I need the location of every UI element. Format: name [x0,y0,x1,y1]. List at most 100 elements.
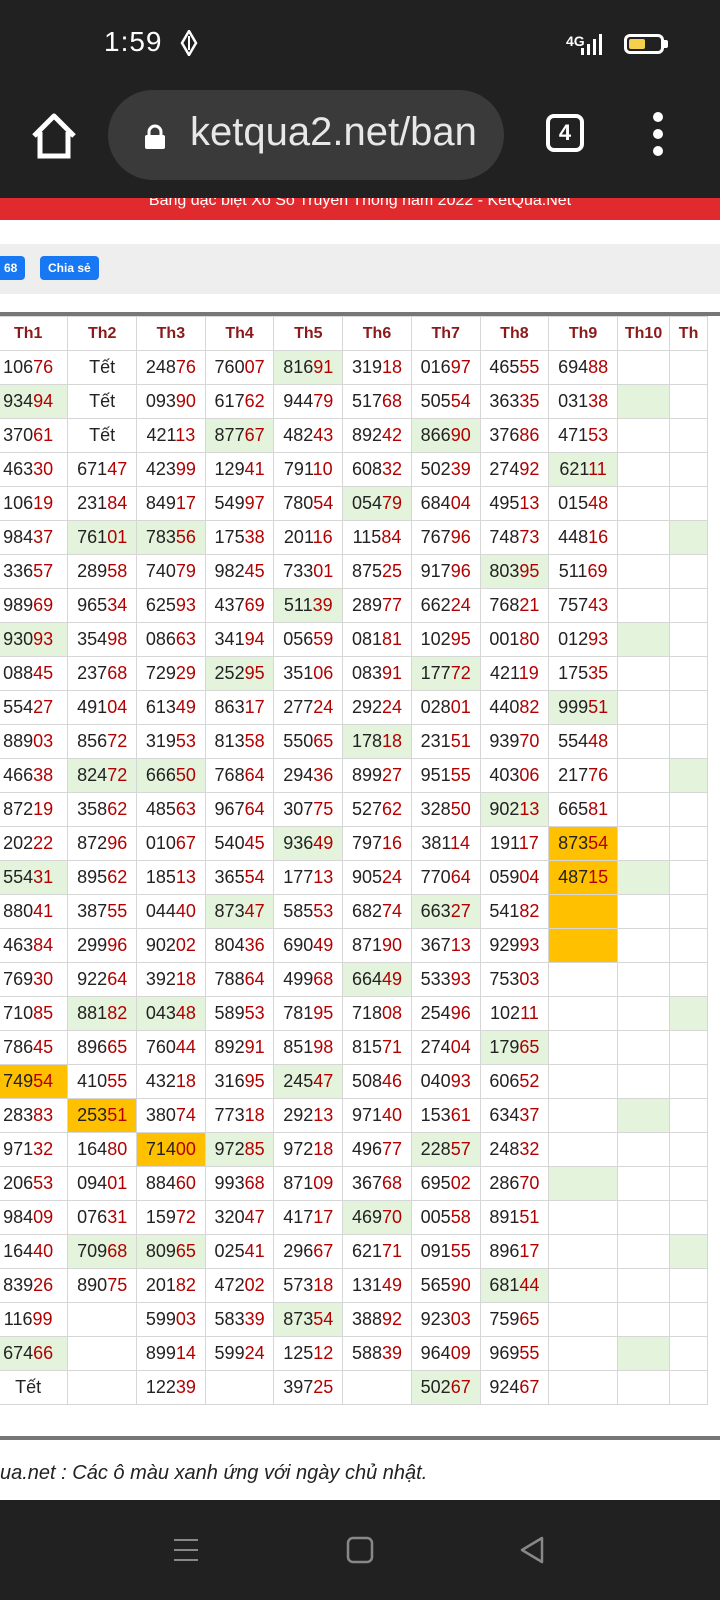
result-cell: 69502 [410,1166,481,1201]
url-text[interactable]: ketqua2.net/ban [190,110,490,155]
result-cell: 78054 [273,486,344,521]
result-cell [548,1234,618,1269]
result-cell [669,690,708,725]
share-count-button[interactable]: 68 [0,256,26,280]
result-cell: 04440 [136,894,206,929]
table-row: 46384 29996 90202 80436 69049 87190 36713 92993 [0,928,708,963]
result-cell: 01067 [136,826,206,861]
result-cell [616,622,671,657]
result-cell: 62111 [548,452,618,487]
address-bar[interactable]: ketqua2.net/ban [108,90,504,180]
table-row: 20222 87296 01067 54045 93649 79716 38114 19117… [0,826,708,861]
result-cell [669,1336,708,1371]
result-cell: 93970 [479,724,550,759]
column-header: Th6 [342,316,412,351]
result-cell [616,1098,671,1133]
result-cell: 08845 [0,656,69,691]
result-cell: 08391 [342,656,412,691]
result-cell [669,486,708,521]
result-cell: 76821 [479,588,550,623]
result-cell [669,1098,708,1133]
result-cell [669,520,708,555]
result-cell: 07631 [67,1200,138,1235]
table-row: 10619 23184 84917 54997 78054 05479 68404 49513… [0,486,708,521]
result-cell: 21776 [548,758,618,793]
result-cell: 51139 [273,588,344,623]
result-cell: 76007 [204,350,275,385]
result-cell: 54182 [479,894,550,929]
result-cell: 98969 [0,588,69,623]
result-cell: 87190 [342,928,412,963]
result-cell: 71808 [342,996,412,1031]
result-cell [669,826,708,861]
result-cell: 69049 [273,928,344,963]
result-cell: 74873 [479,520,550,555]
result-cell: 49968 [273,962,344,997]
result-cell: 78356 [136,520,206,555]
table-row: 71085 88182 04348 58953 78195 71808 25496 10211 [0,996,708,1031]
result-cell: 72929 [136,656,206,691]
status-time: 1:59 [104,26,163,57]
result-cell: 76796 [410,520,481,555]
result-cell: 67466 [0,1336,69,1371]
result-cell: 48243 [273,418,344,453]
result-cell: Tết [0,1370,69,1405]
result-cell: 89075 [67,1268,138,1303]
tab-switcher-button[interactable]: 4 [546,114,584,152]
result-cell: Tết [67,384,138,419]
result-cell [616,1200,671,1235]
result-cell: 23184 [67,486,138,521]
result-cell: 49513 [479,486,550,521]
result-cell: 25351 [67,1098,138,1133]
result-cell: 36335 [479,384,550,419]
result-cell: 49104 [67,690,138,725]
result-cell: 71400 [136,1132,206,1167]
recent-apps-icon[interactable] [172,1536,200,1569]
result-cell: 55065 [273,724,344,759]
result-cell [669,554,708,589]
result-cell: 51768 [342,384,412,419]
result-cell: 58553 [273,894,344,929]
table-row: 74954 41055 43218 31695 24547 50846 04093 60652 [0,1064,708,1099]
result-cell [669,792,708,827]
back-icon[interactable] [518,1536,546,1569]
results-table-container: Th1 Th2 Th3 Th4 Th5 Th6 Th7 Th8 Th9 Th10 Th 10676 T… [0,312,720,1440]
result-cell: 92993 [479,928,550,963]
result-cell [669,1064,708,1099]
result-cell: 78645 [0,1030,69,1065]
result-cell: 17538 [204,520,275,555]
result-cell: 76930 [0,962,69,997]
result-cell: 05659 [273,622,344,657]
result-cell: 68144 [479,1268,550,1303]
result-cell: 28383 [0,1098,69,1133]
lock-icon [142,124,168,150]
result-cell: 27404 [410,1030,481,1065]
home-icon[interactable] [28,110,80,162]
column-header: Th5 [273,316,344,351]
result-cell: 47153 [548,418,618,453]
result-cell: 71085 [0,996,69,1031]
result-cell: 90524 [342,860,412,895]
overflow-menu-icon[interactable] [648,112,668,160]
share-button[interactable]: Chia sẻ [40,256,99,280]
table-row: 98437 76101 78356 17538 20116 11584 76796 74873… [0,520,708,555]
result-cell: 77064 [410,860,481,895]
result-cell: 20116 [273,520,344,555]
result-cell: 93494 [0,384,69,419]
result-cell: 17818 [342,724,412,759]
result-cell [67,1336,138,1371]
result-cell: 36768 [342,1166,412,1201]
result-cell [616,758,671,793]
result-cell: 50267 [410,1370,481,1405]
result-cell: 66224 [410,588,481,623]
result-cell [669,962,708,997]
result-cell: 82472 [67,758,138,793]
result-cell: 68404 [410,486,481,521]
result-cell [616,656,671,691]
home-nav-icon[interactable] [346,1536,374,1569]
result-cell: 52762 [342,792,412,827]
result-cell: 04093 [410,1064,481,1099]
result-cell [616,486,671,521]
result-cell [548,1098,618,1133]
result-cell: 46638 [0,758,69,793]
